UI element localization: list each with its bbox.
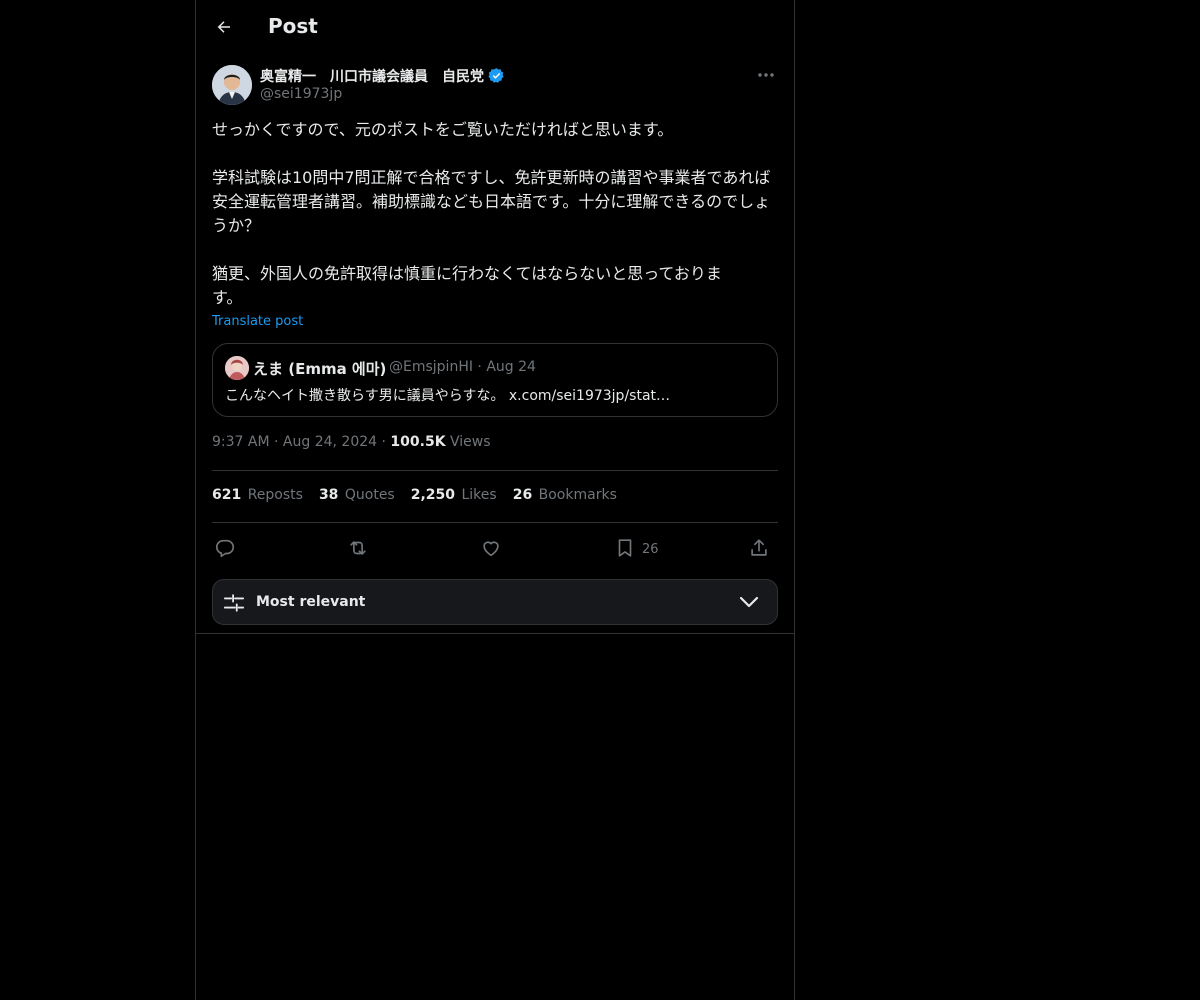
views-count: 100.5K: [390, 434, 446, 450]
author-row: 奥富精一 川口市議会議員 自民党 @sei1973jp: [212, 64, 778, 108]
back-button[interactable]: [208, 11, 240, 43]
top-bar: Post: [196, 0, 794, 53]
quote-avatar[interactable]: [225, 356, 249, 380]
arrow-left-icon: [217, 21, 230, 33]
translate-post-link[interactable]: Translate post: [212, 314, 303, 329]
more-horizontal-icon: [758, 73, 774, 77]
share-icon: [751, 539, 767, 556]
bookmark-icon: [618, 539, 632, 557]
repost-icon: [350, 541, 366, 555]
repost-button[interactable]: [347, 534, 369, 562]
action-bar: 26: [212, 534, 778, 562]
reposts-stat[interactable]: 621 Reposts: [212, 487, 303, 503]
divider: [212, 522, 778, 523]
quotes-stat[interactable]: 38 Quotes: [319, 487, 395, 503]
verified-badge-icon: [488, 68, 504, 83]
reply-icon: [215, 539, 235, 558]
bookmark-button[interactable]: 26: [614, 534, 659, 562]
author-name-text: 奥富精一 川口市議会議員 自民党: [260, 69, 484, 85]
author-handle[interactable]: @sei1973jp: [260, 86, 342, 102]
quote-handle-date: @EmsjpinHI · Aug 24: [389, 359, 536, 375]
post-detail: Post 奥富精一 川口市議会議員 自民党 @sei1973jp せっかくですの…: [196, 0, 794, 634]
bookmark-count: 26: [642, 542, 659, 557]
sliders-icon: [223, 594, 245, 612]
quote-text: こんなヘイト撒き散らす男に議員やらすな。 x.com/sei1973jp/sta…: [225, 388, 671, 404]
chevron-down-icon: [739, 596, 759, 608]
views-label: Views: [445, 434, 491, 450]
stats-row: 621 Reposts 38 Quotes 2,250 Likes 26 Bookma…: [212, 487, 633, 503]
share-button[interactable]: [748, 534, 770, 562]
meta-separator: ·: [377, 434, 391, 450]
page-title: Post: [268, 14, 318, 38]
meta-separator: ·: [269, 434, 283, 450]
like-button[interactable]: [480, 534, 502, 562]
quoted-post[interactable]: えま (Emma 에마) @EmsjpinHI · Aug 24 こんなヘイト撒…: [212, 343, 778, 417]
post-meta: 9:37 AM · Aug 24, 2024 · 100.5K Views: [212, 434, 491, 450]
post-text: せっかくですので、元のポストをご覧いただければと思います。 学科試験は10問中7…: [212, 120, 771, 307]
divider: [212, 470, 778, 471]
post-time[interactable]: 9:37 AM: [212, 434, 270, 450]
reply-button[interactable]: [214, 534, 236, 562]
sort-label: Most relevant: [256, 594, 366, 610]
more-options-button[interactable]: [754, 65, 778, 85]
bookmarks-stat[interactable]: 26 Bookmarks: [513, 487, 617, 503]
post-date[interactable]: Aug 24, 2024: [283, 434, 377, 450]
author-name[interactable]: 奥富精一 川口市議会議員 自民党: [260, 66, 505, 86]
sort-replies-dropdown[interactable]: Most relevant: [212, 579, 778, 625]
author-avatar[interactable]: [212, 65, 252, 105]
likes-stat[interactable]: 2,250 Likes: [411, 487, 497, 503]
main-column: Post 奥富精一 川口市議会議員 自民党 @sei1973jp せっかくですの…: [195, 0, 795, 1000]
quote-author-name: えま (Emma 에마): [253, 360, 387, 378]
heart-icon: [483, 541, 499, 557]
